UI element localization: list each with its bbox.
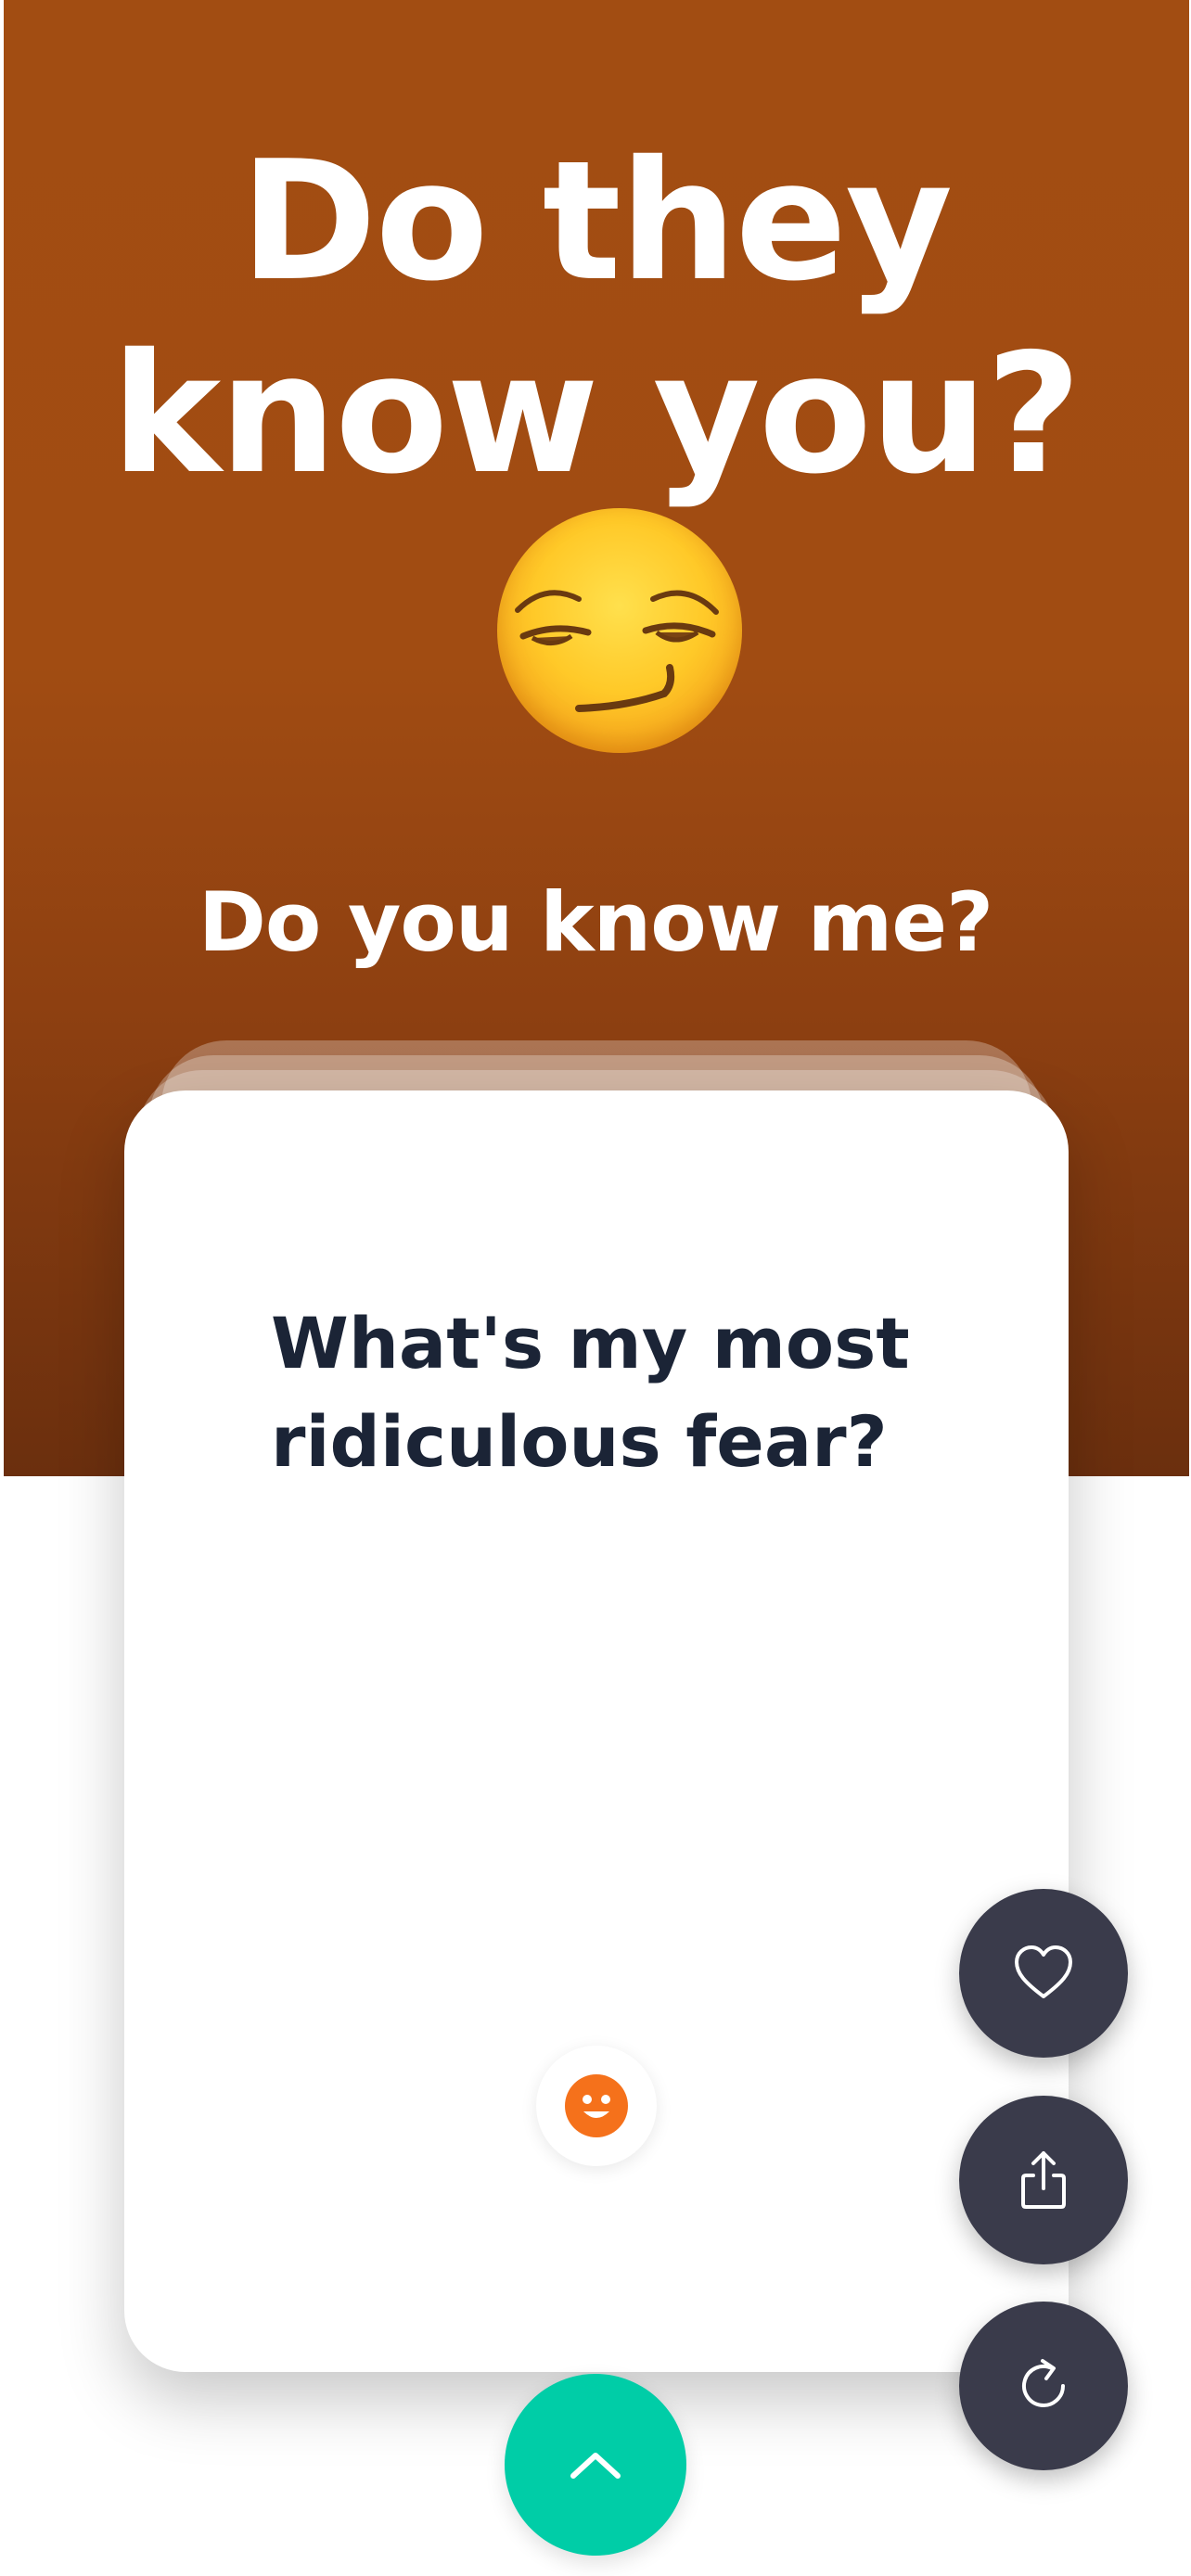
question-line2: ridiculous fear? <box>271 1400 888 1483</box>
page-title-line1: Do they <box>239 125 954 317</box>
subtitle: Do you know me? <box>198 874 993 970</box>
share-button[interactable] <box>959 2096 1128 2264</box>
question-line1: What's my most <box>271 1302 910 1384</box>
refresh-icon <box>1022 2359 1065 2407</box>
page-title: Do they know you? <box>0 125 1191 511</box>
share-icon <box>1021 2151 1066 2209</box>
expand-button[interactable] <box>505 2374 686 2556</box>
question-card[interactable]: What's my most ridiculous fear? <box>124 1090 1069 2372</box>
question-text: What's my most ridiculous fear? <box>271 1294 976 1491</box>
chevron-up-icon <box>570 2453 621 2479</box>
heart-icon <box>1015 1945 1072 1998</box>
smirking-face-icon <box>497 508 742 753</box>
like-button[interactable] <box>959 1889 1128 2058</box>
smiley-icon <box>565 2074 628 2137</box>
smiley-badge <box>536 2046 657 2166</box>
refresh-button[interactable] <box>959 2302 1128 2470</box>
page-title-line2: know you? <box>110 318 1082 510</box>
